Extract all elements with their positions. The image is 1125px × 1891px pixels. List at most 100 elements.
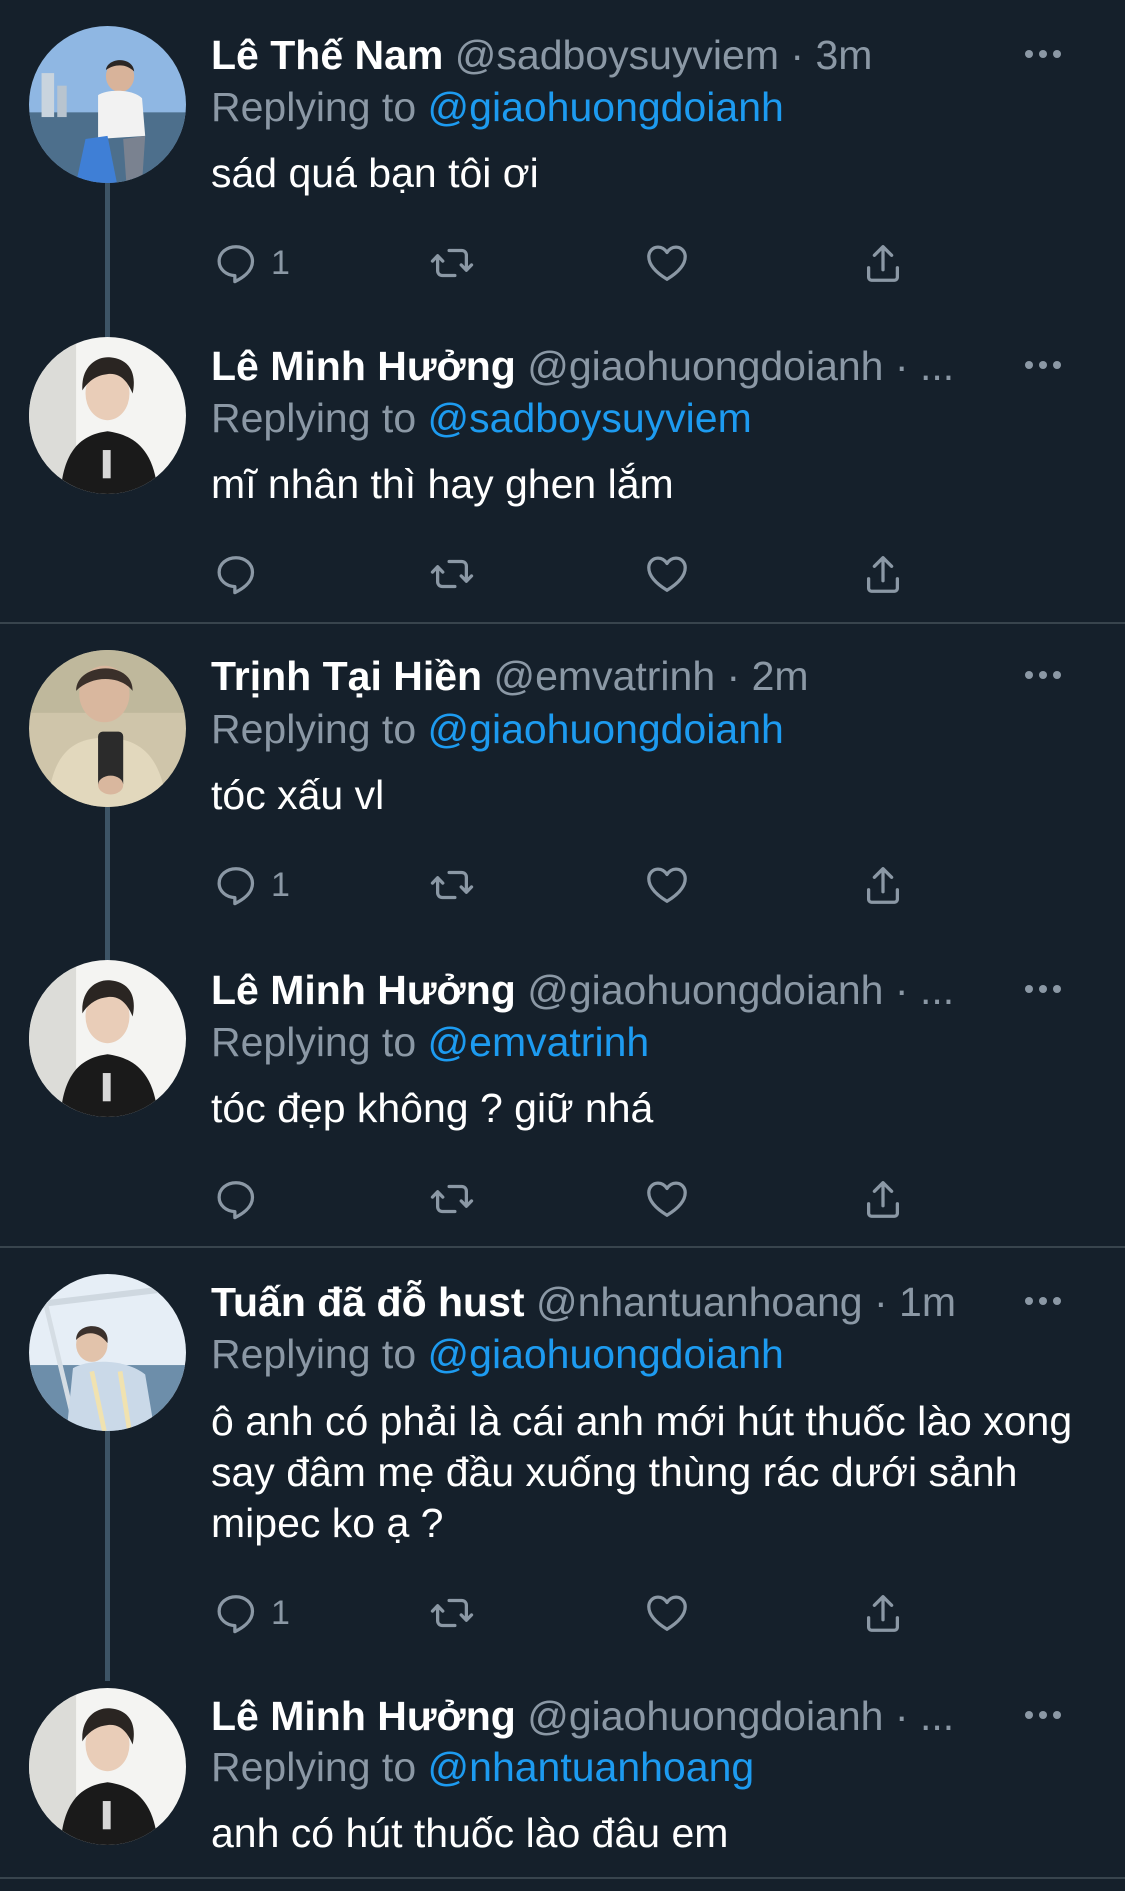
replying-label: Replying to — [211, 706, 417, 752]
mention-link[interactable]: @emvatrinh — [428, 1019, 650, 1065]
replying-to: Replying to @sadboysuyviem — [211, 398, 752, 439]
display-name[interactable]: Lê Minh Hưởng — [211, 1693, 516, 1739]
avatar[interactable] — [29, 1688, 186, 1845]
reply-icon — [213, 862, 259, 908]
thread-line — [105, 1431, 110, 1681]
replying-label: Replying to — [211, 395, 417, 441]
share-button[interactable] — [860, 238, 906, 288]
mention-link[interactable]: @giaohuongdoianh — [428, 706, 784, 752]
share-icon — [860, 551, 906, 597]
timestamp: · ... — [894, 967, 955, 1013]
reply-button[interactable]: 1 — [213, 238, 290, 288]
replying-label: Replying to — [211, 1019, 417, 1065]
action-bar: 1 — [0, 238, 1125, 288]
retweet-button[interactable] — [429, 860, 475, 910]
like-button[interactable] — [644, 1588, 690, 1638]
retweet-button[interactable] — [429, 1174, 475, 1224]
avatar[interactable] — [29, 337, 186, 494]
user-handle[interactable]: @nhantuanhoang — [536, 1279, 863, 1325]
avatar[interactable] — [29, 650, 186, 807]
reply-count: 1 — [271, 243, 290, 282]
thread-divider — [0, 1877, 1125, 1879]
more-icon[interactable] — [1025, 668, 1065, 682]
reply-icon — [213, 1590, 259, 1636]
like-button[interactable] — [644, 549, 690, 599]
mention-link[interactable]: @giaohuongdoianh — [428, 84, 784, 130]
tweet[interactable]: Tuấn đã đỗ hust @nhantuanhoang · 1m Repl… — [0, 1248, 1125, 1681]
retweet-button[interactable] — [429, 1588, 475, 1638]
timestamp: · 1m — [874, 1279, 956, 1325]
tweet-header: Tuấn đã đỗ hust @nhantuanhoang · 1m — [211, 1282, 956, 1323]
user-handle[interactable]: @giaohuongdoianh — [527, 343, 883, 389]
display-name[interactable]: Tuấn đã đỗ hust — [211, 1279, 525, 1325]
reply-button[interactable] — [213, 1174, 271, 1224]
like-button[interactable] — [644, 1174, 690, 1224]
avatar[interactable] — [29, 960, 186, 1117]
reply-button[interactable] — [213, 549, 271, 599]
tweet-text: sád quá bạn tôi ơi — [211, 150, 539, 196]
display-name[interactable]: Lê Minh Hưởng — [211, 343, 516, 389]
user-handle[interactable]: @giaohuongdoianh — [527, 967, 883, 1013]
display-name[interactable]: Lê Minh Hưởng — [211, 967, 516, 1013]
heart-icon — [644, 1176, 690, 1222]
heart-icon — [644, 862, 690, 908]
more-icon[interactable] — [1025, 1708, 1065, 1722]
avatar[interactable] — [29, 1274, 186, 1431]
mention-link[interactable]: @nhantuanhoang — [428, 1744, 755, 1790]
more-icon[interactable] — [1025, 47, 1065, 61]
share-button[interactable] — [860, 1588, 906, 1638]
avatar[interactable] — [29, 26, 186, 183]
tweet[interactable]: Lê Minh Hưởng @giaohuongdoianh · ... Rep… — [0, 1660, 1125, 1891]
replying-to: Replying to @giaohuongdoianh — [211, 709, 784, 750]
reply-button[interactable]: 1 — [213, 860, 290, 910]
share-button[interactable] — [860, 860, 906, 910]
tweet[interactable]: Trịnh Tại Hiền @emvatrinh · 2m Replying … — [0, 624, 1125, 967]
action-bar: 1 — [0, 1588, 1125, 1638]
retweet-icon — [429, 551, 475, 597]
like-button[interactable] — [644, 860, 690, 910]
share-icon — [860, 240, 906, 286]
retweet-button[interactable] — [429, 549, 475, 599]
more-icon[interactable] — [1025, 1294, 1065, 1308]
reply-button[interactable]: 1 — [213, 1588, 290, 1638]
tweet-text: ô anh có phải là cái anh mới hút thuốc l… — [211, 1398, 1073, 1546]
action-bar: 1 — [0, 860, 1125, 910]
heart-icon — [644, 240, 690, 286]
timestamp: · ... — [894, 1693, 955, 1739]
like-button[interactable] — [644, 238, 690, 288]
tweet-header: Lê Minh Hưởng @giaohuongdoianh · ... — [211, 970, 954, 1011]
mention-link[interactable]: @sadboysuyviem — [428, 395, 752, 441]
user-handle[interactable]: @sadboysuyviem — [455, 32, 779, 78]
share-button[interactable] — [860, 1174, 906, 1224]
tweet-header: Lê Minh Hưởng @giaohuongdoianh · ... — [211, 1696, 954, 1737]
user-handle[interactable]: @emvatrinh — [494, 653, 716, 699]
share-icon — [860, 1176, 906, 1222]
replying-to: Replying to @giaohuongdoianh — [211, 87, 784, 128]
tweet-text: tóc đẹp không ? giữ nhá — [211, 1085, 654, 1131]
action-bar — [0, 1174, 1125, 1224]
display-name[interactable]: Lê Thế Nam — [211, 32, 443, 78]
more-icon[interactable] — [1025, 358, 1065, 372]
display-name[interactable]: Trịnh Tại Hiền — [211, 653, 482, 699]
tweet[interactable]: Lê Minh Hưởng @giaohuongdoianh · ... Rep… — [0, 311, 1125, 622]
share-icon — [860, 862, 906, 908]
tweet-header: Lê Minh Hưởng @giaohuongdoianh · ... — [211, 346, 954, 387]
heart-icon — [644, 551, 690, 597]
retweet-button[interactable] — [429, 238, 475, 288]
tweet[interactable]: Lê Minh Hưởng @giaohuongdoianh · ... Rep… — [0, 934, 1125, 1246]
replying-to: Replying to @emvatrinh — [211, 1022, 649, 1063]
replying-label: Replying to — [211, 1331, 417, 1377]
tweet-header: Trịnh Tại Hiền @emvatrinh · 2m — [211, 656, 809, 697]
more-icon[interactable] — [1025, 982, 1065, 996]
reply-icon — [213, 240, 259, 286]
timestamp: · 2m — [726, 653, 809, 699]
replying-label: Replying to — [211, 1744, 417, 1790]
tweet[interactable]: Lê Thế Nam @sadboysuyviem · 3m Replying … — [0, 0, 1125, 343]
replying-to: Replying to @nhantuanhoang — [211, 1747, 754, 1788]
user-handle[interactable]: @giaohuongdoianh — [527, 1693, 883, 1739]
tweet-text: mĩ nhân thì hay ghen lắm — [211, 461, 674, 507]
reply-count: 1 — [271, 865, 290, 904]
share-button[interactable] — [860, 549, 906, 599]
replying-label: Replying to — [211, 84, 417, 130]
mention-link[interactable]: @giaohuongdoianh — [428, 1331, 784, 1377]
